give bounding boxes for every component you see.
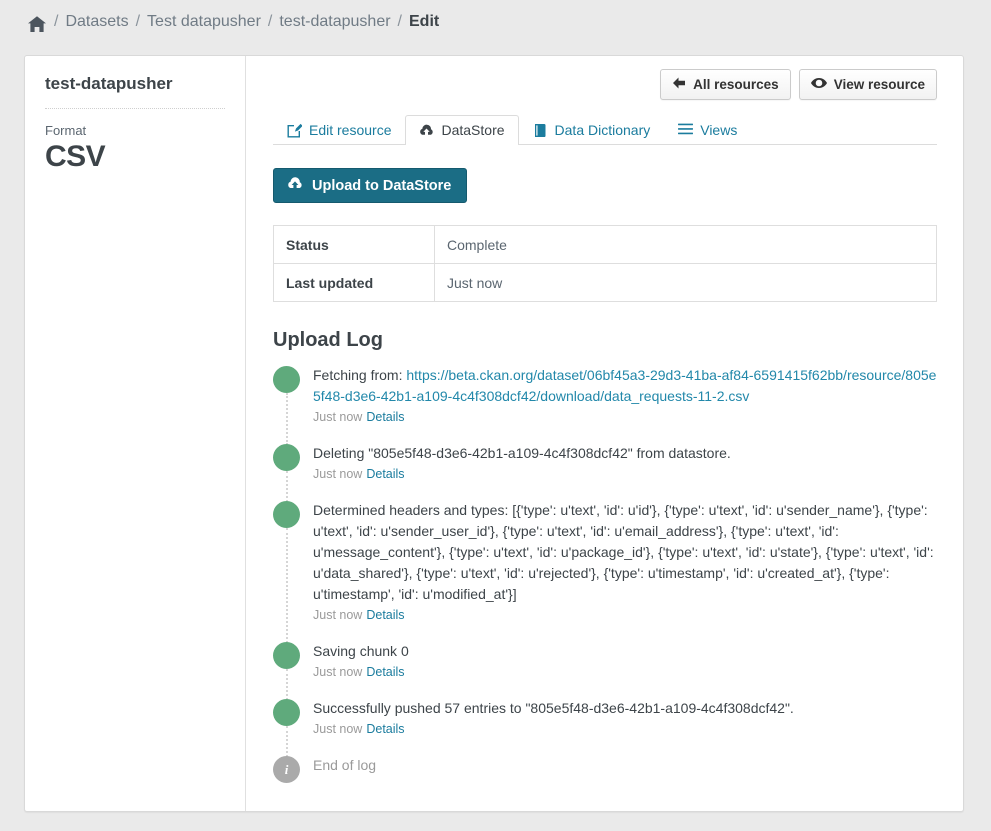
status-row-key: Status [273,225,435,264]
book-icon [533,123,548,138]
eye-icon [810,77,827,92]
log-meta: Just now Details [313,722,937,736]
last-updated-row-value: Just now [434,263,937,302]
log-message: Fetching from: https://beta.ckan.org/dat… [313,365,937,407]
cloud-upload-icon [419,123,434,138]
breadcrumb-item-test-datapusher[interactable]: Test datapusher [147,13,261,31]
log-details-link[interactable]: Details [366,467,404,481]
info-icon: i [273,756,300,783]
upload-to-datastore-button[interactable]: Upload to DataStore [273,168,468,203]
main-panel: test-datapusher Format CSV All resources [24,55,964,812]
log-details-link[interactable]: Details [366,608,404,622]
datastore-status-table: Status Complete Last updated Just now [273,225,937,302]
resource-title: test-datapusher [45,74,173,93]
tab-views-label: Views [700,122,738,138]
upload-log-list: Fetching from: https://beta.ckan.org/dat… [273,365,937,783]
log-connector-line [286,726,288,757]
log-source-url[interactable]: https://beta.ckan.org/dataset/06bf45a3-2… [313,367,936,404]
tab-edit-resource[interactable]: Edit resource [273,115,405,145]
sidebar: test-datapusher Format CSV [25,56,246,811]
log-message: Saving chunk 0 [313,643,409,659]
tab-data-dictionary[interactable]: Data Dictionary [519,115,665,145]
upload-log-title: Upload Log [273,329,383,351]
log-connector-line [286,471,288,502]
list-item: Fetching from: https://beta.ckan.org/dat… [273,365,937,445]
log-connector-line [286,528,288,643]
all-resources-button[interactable]: All resources [660,69,791,100]
pencil-square-icon [287,123,302,138]
log-time: Just now [313,410,363,424]
status-row-value: Complete [447,236,507,253]
breadcrumb: / Datasets / Test datapusher / test-data… [0,0,991,43]
log-meta: Just now Details [313,410,937,424]
arrow-left-icon [672,76,686,93]
breadcrumb-separator-2: / [267,12,273,30]
log-time: Just now [313,665,363,679]
log-details-link[interactable]: Details [366,722,404,736]
list-item: i End of log [273,755,937,783]
log-status-dot [273,699,300,726]
sidebar-divider [45,108,225,109]
log-message: Determined headers and types: [{'type': … [313,502,934,602]
log-meta: Just now Details [313,467,937,481]
list-item: Determined headers and types: [{'type': … [273,500,937,643]
breadcrumb-separator-3: / [397,12,402,30]
cloud-upload-icon [287,177,303,194]
page-root: / Datasets / Test datapusher / test-data… [0,0,991,831]
action-buttons: All resources View resource [273,69,937,100]
log-meta: Just now Details [313,665,937,679]
log-connector-line [286,669,288,700]
all-resources-label: All resources [693,77,779,92]
home-icon[interactable] [27,15,47,33]
log-status-dot [273,444,300,471]
breadcrumb-item-datasets[interactable]: Datasets [65,13,128,31]
log-message-prefix: Fetching from: [313,367,407,383]
list-item: Saving chunk 0 Just now Details [273,641,937,700]
last-updated-row-key: Last updated [273,263,435,302]
log-status-dot [273,366,300,393]
list-item: Deleting "805e5f48-d3e6-42b1-a109-4c4f30… [273,443,937,502]
table-row: Status Complete [273,225,937,264]
tab-data-dictionary-label: Data Dictionary [554,122,651,138]
log-message: Successfully pushed 57 entries to "805e5… [313,700,794,716]
log-time: Just now [313,722,363,736]
log-time: Just now [313,608,363,622]
list-item: Successfully pushed 57 entries to "805e5… [273,698,937,757]
breadcrumb-separator-0: / [54,12,59,30]
log-time: Just now [313,467,363,481]
format-value: CSV [45,140,106,173]
log-meta: Just now Details [313,608,937,622]
upload-button-label: Upload to DataStore [312,177,452,194]
content-area: All resources View resource Edit resourc… [246,56,963,811]
tab-views[interactable]: Views [664,115,751,145]
log-details-link[interactable]: Details [366,665,404,679]
breadcrumb-separator-1: / [135,12,141,30]
view-resource-button[interactable]: View resource [798,69,937,100]
breadcrumb-item-resource[interactable]: test-datapusher [279,13,390,31]
list-icon [678,123,694,138]
tab-datastore-label: DataStore [441,122,505,138]
breadcrumb-item-edit: Edit [409,12,440,30]
table-row: Last updated Just now [273,263,937,302]
log-connector-line [286,393,288,445]
log-status-dot [273,642,300,669]
log-message-end-of-log: End of log [313,757,377,773]
log-details-link[interactable]: Details [366,410,404,424]
resource-tabs: Edit resource DataStore Data Dictionary … [273,111,937,145]
log-status-dot [273,501,300,528]
tab-datastore[interactable]: DataStore [405,115,519,145]
log-message: Deleting "805e5f48-d3e6-42b1-a109-4c4f30… [313,445,731,461]
view-resource-label: View resource [833,77,925,92]
format-label: Format [45,123,87,138]
tab-edit-resource-label: Edit resource [309,122,392,138]
